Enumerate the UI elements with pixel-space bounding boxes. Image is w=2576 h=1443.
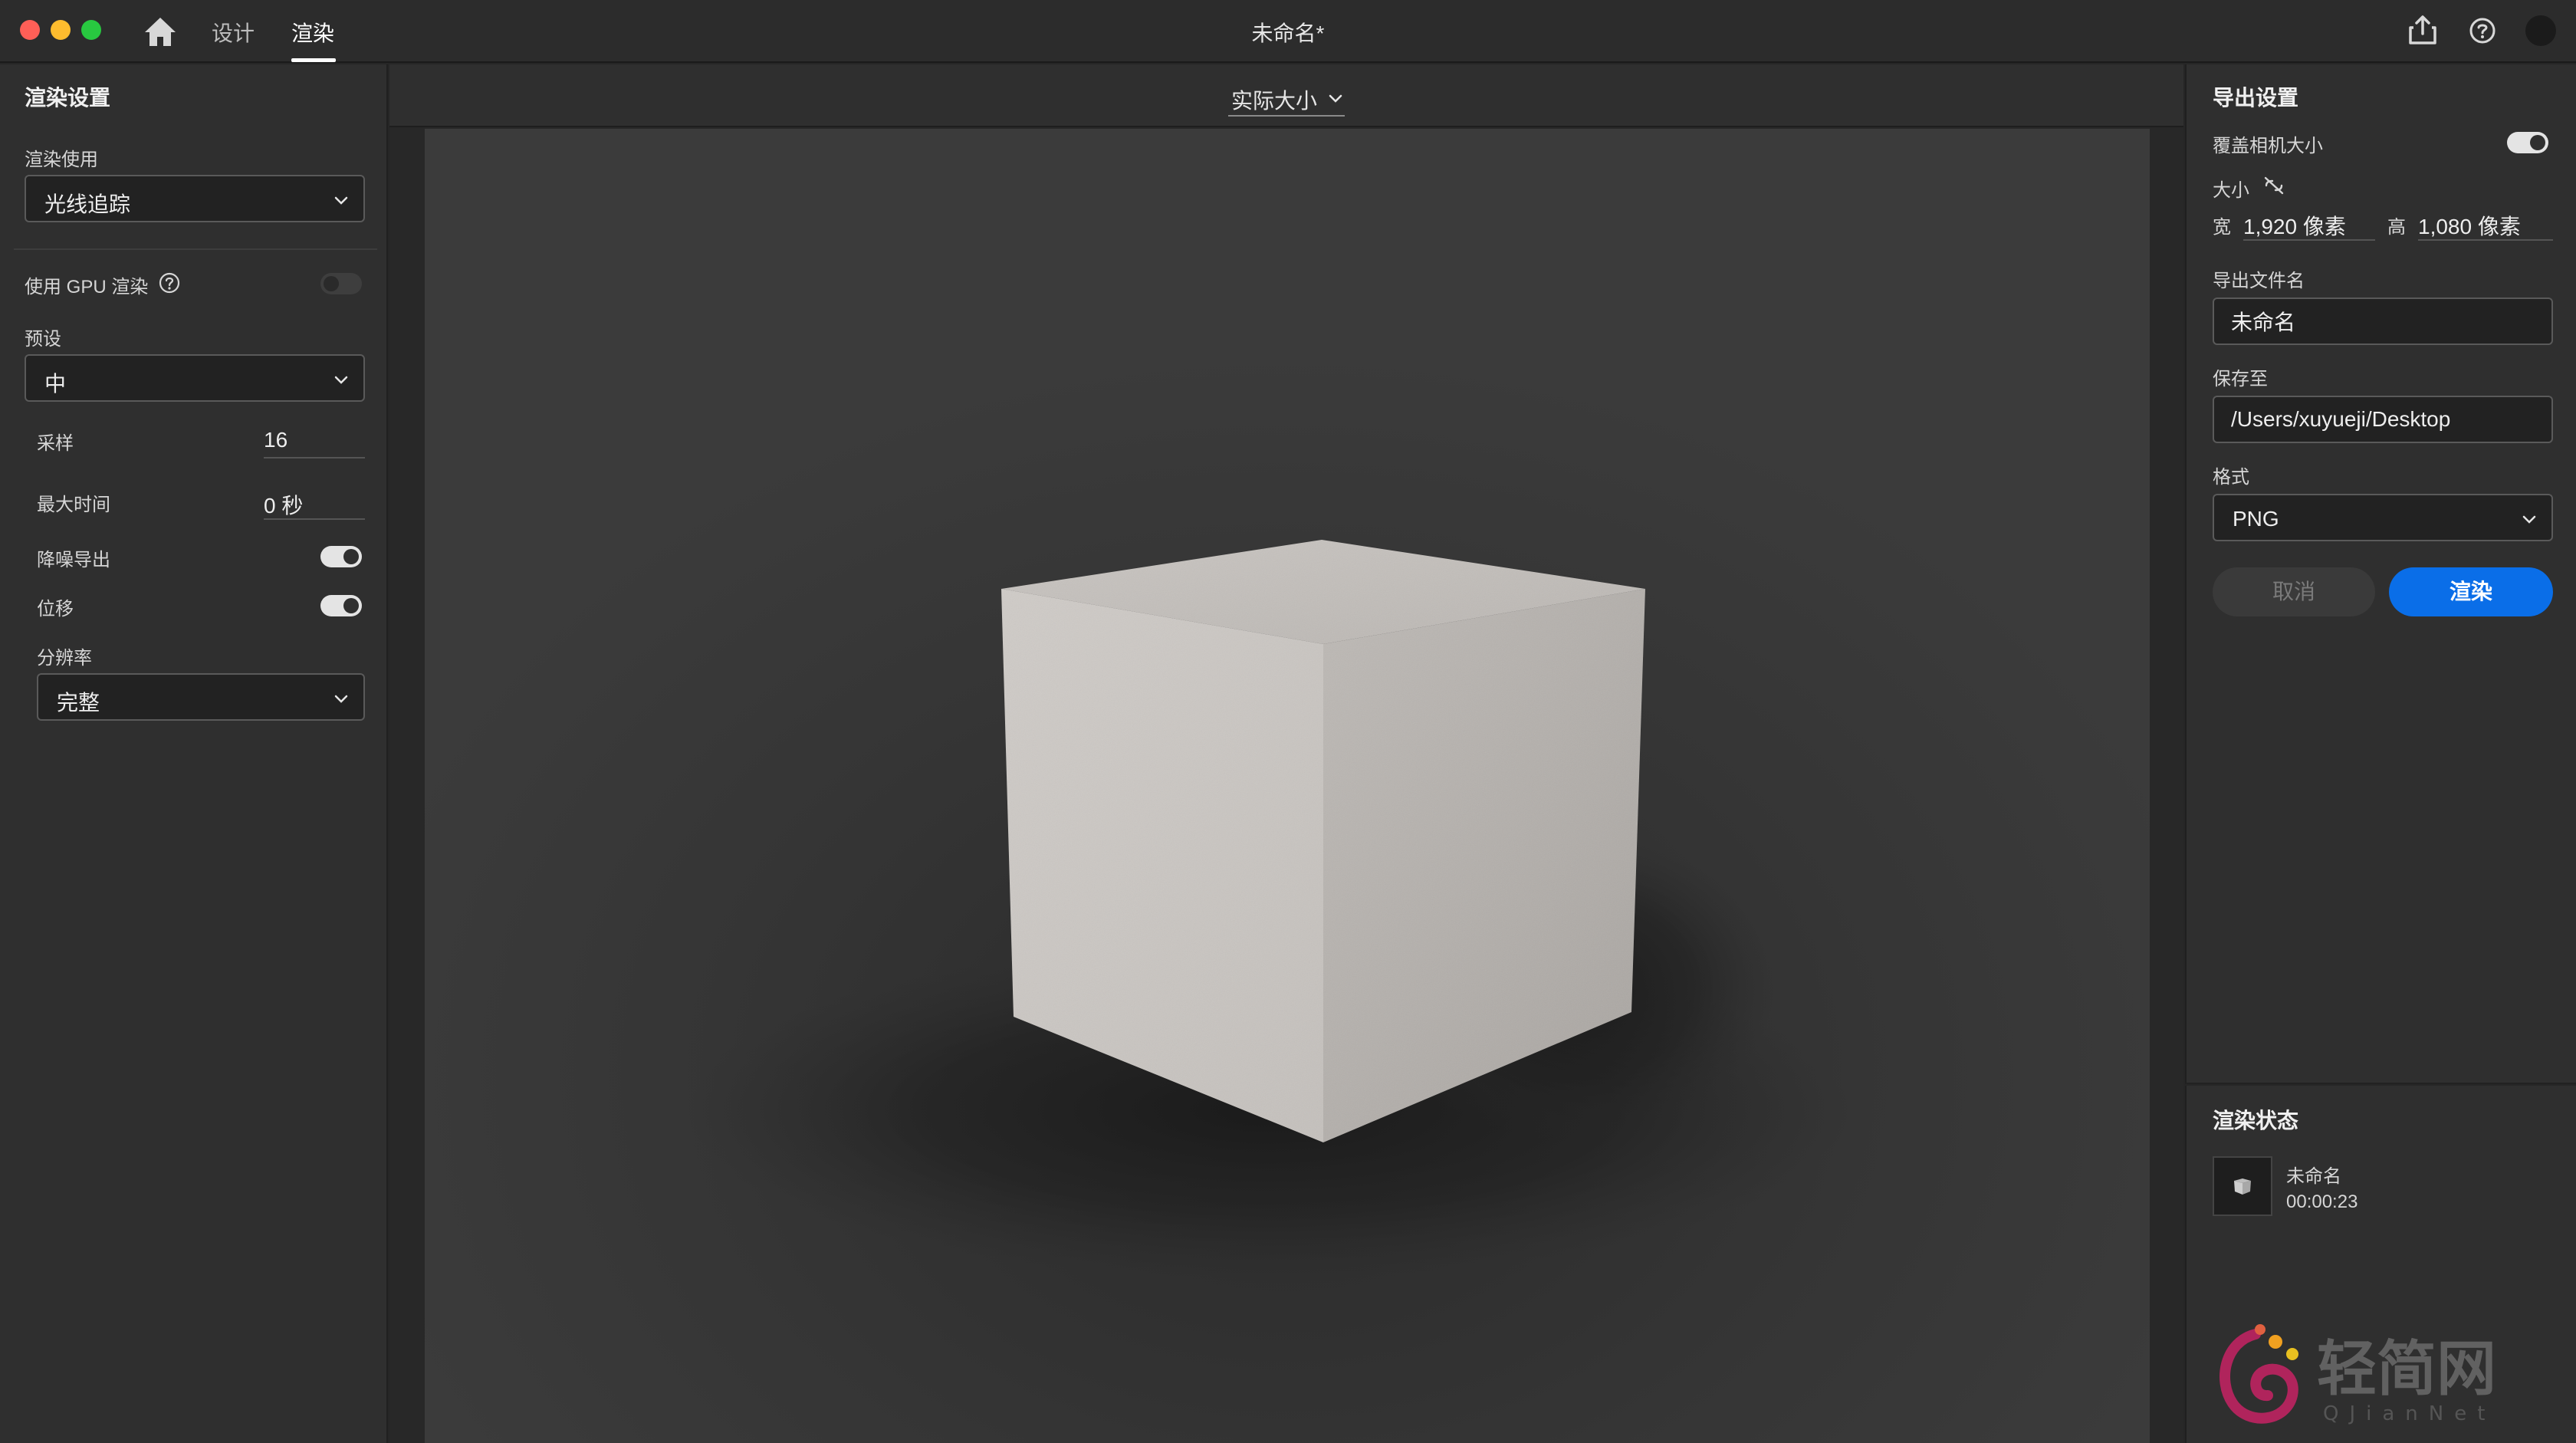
- render-using-dropdown[interactable]: 光线追踪: [25, 175, 365, 222]
- resolution-dropdown[interactable]: 完整: [37, 673, 365, 721]
- save-to-field[interactable]: [2213, 396, 2553, 443]
- format-value: PNG: [2233, 507, 2279, 531]
- watermark-subtext: QJianNet: [2323, 1402, 2496, 1425]
- samples-value: 16: [264, 428, 288, 452]
- denoise-toggle[interactable]: [320, 546, 362, 567]
- max-time-input[interactable]: 0 秒: [264, 483, 365, 520]
- render-viewport: 实际大小: [389, 64, 2183, 1443]
- filename-label: 导出文件名: [2213, 271, 2305, 291]
- tab-design[interactable]: 设计: [212, 17, 255, 63]
- chevron-down-icon: [1329, 94, 1342, 103]
- offset-label: 位移: [37, 599, 74, 620]
- samples-input[interactable]: 16: [264, 422, 365, 459]
- render-settings-panel: 渲染设置 渲染使用 光线追踪 使用 GPU 渲染 预设 中 采样 16 最大时间…: [0, 64, 388, 1443]
- size-label: 大小: [2213, 180, 2249, 201]
- max-time-value: 0 秒: [264, 494, 304, 518]
- offset-toggle[interactable]: [320, 595, 362, 616]
- render-settings-heading: 渲染设置: [25, 86, 111, 110]
- render-button[interactable]: 渲染: [2389, 567, 2553, 616]
- chevron-down-icon: [334, 376, 348, 384]
- render-thumbnail[interactable]: [2213, 1156, 2272, 1216]
- format-label: 格式: [2213, 467, 2249, 488]
- render-using-value: 光线追踪: [44, 192, 131, 216]
- width-value: 1,920 像素: [2243, 215, 2346, 238]
- document-title: 未命名*: [1251, 21, 1325, 45]
- minimize-window-button[interactable]: [51, 20, 71, 40]
- share-icon[interactable]: [2407, 14, 2438, 46]
- height-label: 高: [2387, 217, 2406, 238]
- home-icon[interactable]: [143, 15, 178, 49]
- rendered-cube-image: [425, 129, 2150, 1443]
- save-to-input[interactable]: [2214, 397, 2551, 442]
- preset-value: 中: [44, 372, 67, 396]
- close-window-button[interactable]: [20, 20, 40, 40]
- override-camera-label: 覆盖相机大小: [2213, 136, 2323, 156]
- viewport-toolbar: 实际大小: [389, 64, 2183, 127]
- gpu-render-label: 使用 GPU 渲染: [25, 277, 149, 297]
- title-bar: 设计 渲染 未命名*: [0, 0, 2576, 63]
- height-input[interactable]: 1,080 像素: [2418, 205, 2553, 241]
- zoom-window-button[interactable]: [81, 20, 101, 40]
- resolution-label: 分辨率: [37, 648, 92, 669]
- samples-label: 采样: [37, 433, 74, 454]
- zoom-value: 实际大小: [1231, 89, 1318, 113]
- width-input[interactable]: 1,920 像素: [2243, 205, 2375, 241]
- active-tab-indicator: [291, 58, 336, 62]
- denoise-label: 降噪导出: [37, 550, 110, 570]
- save-to-label: 保存至: [2213, 369, 2268, 390]
- unlink-icon[interactable]: [2262, 175, 2286, 196]
- filename-field[interactable]: [2213, 297, 2553, 345]
- status-item-name: 未命名: [2286, 1166, 2341, 1187]
- cube-thumbnail-icon: [2234, 1178, 2251, 1195]
- chevron-down-icon: [334, 196, 348, 205]
- tab-render[interactable]: 渲染: [291, 17, 334, 63]
- render-status-heading: 渲染状态: [2213, 1109, 2299, 1132]
- format-dropdown[interactable]: PNG: [2213, 494, 2553, 541]
- chevron-down-icon: [2522, 515, 2536, 524]
- export-settings-heading: 导出设置: [2213, 86, 2299, 110]
- override-camera-toggle[interactable]: [2507, 132, 2548, 153]
- avatar[interactable]: [2525, 15, 2556, 46]
- help-icon[interactable]: [2469, 17, 2496, 44]
- export-settings-panel: 导出设置 覆盖相机大小 大小 宽 1,920 像素 高 1,080 像素 导出文…: [2185, 64, 2576, 1084]
- watermark-text: 轻简网: [2317, 1334, 2496, 1404]
- chevron-down-icon: [334, 695, 348, 703]
- height-value: 1,080 像素: [2418, 215, 2521, 238]
- question-icon[interactable]: [158, 271, 181, 294]
- max-time-label: 最大时间: [37, 495, 110, 515]
- filename-input[interactable]: [2214, 299, 2551, 343]
- resolution-value: 完整: [57, 691, 100, 715]
- gpu-render-toggle[interactable]: [320, 273, 362, 294]
- width-label: 宽: [2213, 217, 2231, 238]
- render-using-label: 渲染使用: [25, 150, 98, 170]
- zoom-dropdown[interactable]: 实际大小: [1228, 78, 1345, 117]
- preset-label: 预设: [25, 329, 61, 350]
- watermark-logo: 轻简网 QJianNet: [2202, 1319, 2570, 1434]
- render-canvas[interactable]: [425, 129, 2150, 1443]
- divider: [14, 248, 377, 250]
- cancel-button[interactable]: 取消: [2213, 567, 2375, 616]
- preset-dropdown[interactable]: 中: [25, 354, 365, 402]
- status-item-time: 00:00:23: [2286, 1192, 2358, 1212]
